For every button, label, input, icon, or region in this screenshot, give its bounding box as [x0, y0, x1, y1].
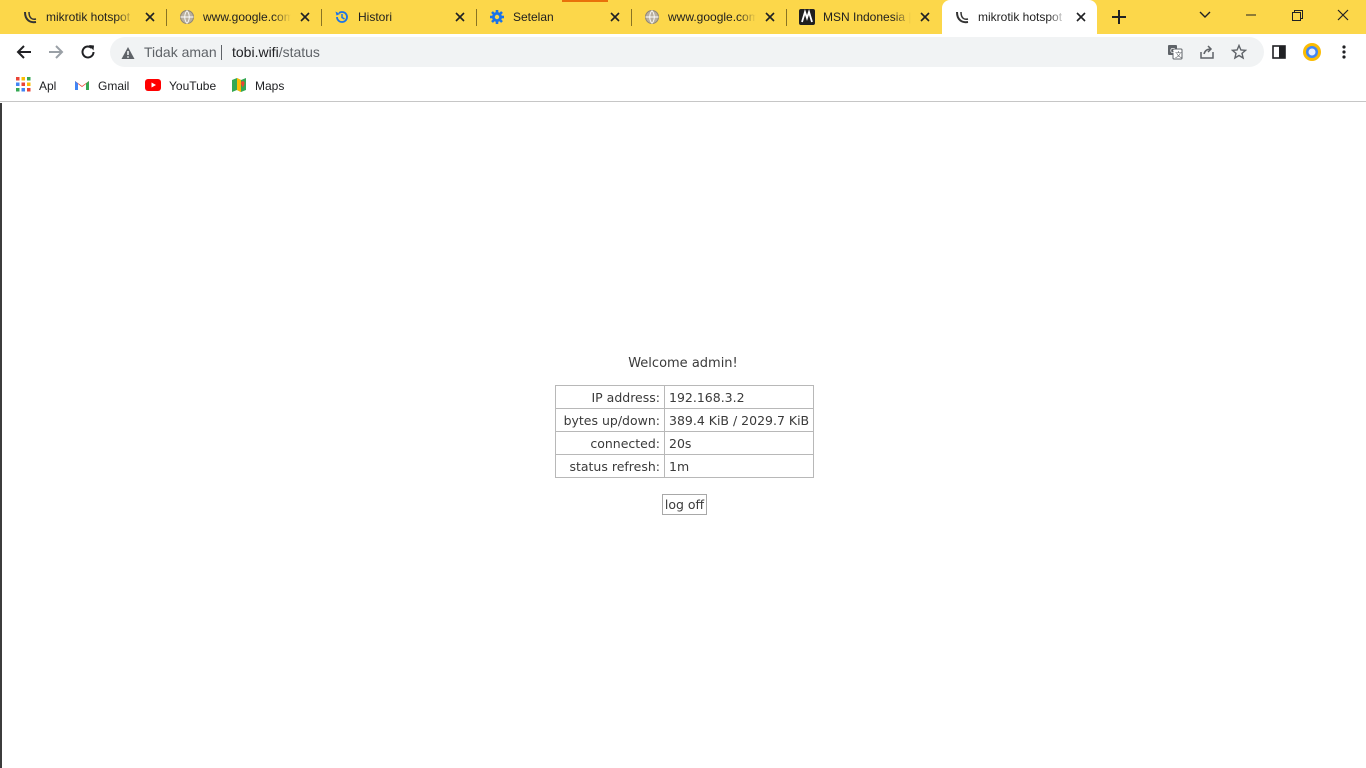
status-value: 389.4 KiB / 2029.7 KiB: [663, 408, 815, 432]
security-label[interactable]: Tidak aman: [144, 44, 217, 60]
kebab-menu-icon[interactable]: [1334, 42, 1354, 62]
tab-setelan[interactable]: Setelan: [476, 0, 631, 34]
url-path: /status: [278, 44, 320, 60]
welcome-message: Welcome admin!: [628, 356, 738, 371]
tab-strip: mikrotik hotspot > status www.google.com…: [0, 0, 1366, 34]
svg-text:文: 文: [1175, 50, 1182, 59]
status-value: 192.168.3.2: [663, 385, 815, 409]
table-row: connected: 20s: [555, 431, 815, 455]
status-label: bytes up/down:: [555, 408, 665, 432]
globe-icon: [179, 9, 195, 25]
tab-title: MSN Indonesia | Berita: [823, 10, 911, 24]
close-tab-icon[interactable]: [142, 9, 158, 25]
tab-histori[interactable]: Histori: [321, 0, 476, 34]
tab-search-button[interactable]: [1182, 0, 1228, 30]
bookmark-label: Apl: [39, 79, 57, 93]
status-label: IP address:: [555, 385, 665, 409]
close-tab-icon[interactable]: [297, 9, 313, 25]
table-row: bytes up/down: 389.4 KiB / 2029.7 KiB: [555, 408, 815, 432]
profile-avatar[interactable]: [1302, 42, 1322, 62]
minimize-icon: [1246, 14, 1256, 16]
tab-title: www.google.com: [668, 10, 756, 24]
close-tab-icon[interactable]: [1073, 9, 1089, 25]
arrow-left-icon: [16, 45, 31, 59]
close-icon: [1337, 9, 1349, 21]
bookmark-label: Gmail: [98, 79, 130, 93]
msn-icon: [799, 9, 815, 25]
omnibox-divider: [221, 45, 222, 60]
tab-title: Histori: [358, 10, 393, 24]
mikrotik-icon: [954, 9, 970, 25]
status-value: 20s: [663, 431, 815, 455]
status-value: 1m: [663, 454, 815, 478]
address-bar[interactable]: Tidak aman tobi.wifi/status G文: [110, 37, 1264, 67]
reload-button[interactable]: [74, 38, 102, 66]
tab-mikrotik-status-active[interactable]: mikrotik hotspot > status: [942, 0, 1097, 34]
history-icon: [334, 9, 350, 25]
restore-icon: [1291, 9, 1303, 21]
status-label: connected:: [555, 431, 665, 455]
bookmark-apl[interactable]: Apl: [16, 75, 56, 97]
tab-title: mikrotik hotspot > status: [978, 10, 1066, 24]
close-tab-icon[interactable]: [452, 9, 468, 25]
plus-icon: [1112, 10, 1126, 24]
restore-button[interactable]: [1274, 0, 1320, 30]
translate-icon[interactable]: G文: [1166, 43, 1184, 61]
bookmark-maps[interactable]: Maps: [231, 75, 284, 97]
tab-loading-indicator: [562, 0, 608, 2]
tab-title: mikrotik hotspot > status: [46, 10, 134, 24]
url-text[interactable]: tobi.wifi/status: [232, 44, 320, 60]
status-label: status refresh:: [555, 454, 665, 478]
globe-icon: [644, 9, 660, 25]
tab-title: Setelan: [513, 10, 554, 24]
close-tab-icon[interactable]: [917, 9, 933, 25]
tab-google-1[interactable]: www.google.com: [166, 0, 321, 34]
bookmark-label: YouTube: [169, 79, 217, 93]
page-content: Welcome admin! IP address: 192.168.3.2 b…: [0, 103, 1366, 768]
window-left-edge: [0, 103, 2, 768]
tab-msn[interactable]: MSN Indonesia | Berita: [786, 0, 941, 34]
apps-grid-icon: [16, 77, 31, 95]
back-button[interactable]: [10, 38, 38, 66]
url-host: tobi.wifi: [232, 44, 279, 60]
tab-mikrotik-status[interactable]: mikrotik hotspot > status: [0, 0, 166, 34]
arrow-right-icon: [49, 45, 64, 59]
bookmark-star-icon[interactable]: [1230, 43, 1248, 61]
log-off-button[interactable]: log off: [662, 494, 707, 515]
table-row: status refresh: 1m: [555, 454, 815, 478]
close-tab-icon[interactable]: [607, 9, 623, 25]
minimize-button[interactable]: [1228, 0, 1274, 30]
side-panel-icon[interactable]: [1269, 42, 1289, 62]
bookmarks-bar: Apl Gmail YouTube Maps: [0, 70, 1366, 102]
status-table: IP address: 192.168.3.2 bytes up/down: 3…: [555, 385, 815, 478]
share-icon[interactable]: [1198, 43, 1216, 61]
tab-title: www.google.com: [203, 10, 291, 24]
table-row: IP address: 192.168.3.2: [555, 385, 815, 409]
maps-icon: [231, 77, 247, 96]
close-tab-icon[interactable]: [762, 9, 778, 25]
chevron-down-icon: [1199, 11, 1211, 18]
bookmark-gmail[interactable]: Gmail: [74, 75, 129, 97]
close-window-button[interactable]: [1320, 0, 1366, 30]
gmail-icon: [74, 79, 90, 94]
settings-gear-icon: [489, 9, 505, 25]
mikrotik-icon: [22, 9, 38, 25]
tab-google-2[interactable]: www.google.com: [631, 0, 786, 34]
warning-icon[interactable]: [121, 45, 135, 59]
bookmark-youtube[interactable]: YouTube: [145, 75, 216, 97]
forward-button[interactable]: [42, 38, 70, 66]
youtube-icon: [145, 78, 161, 94]
new-tab-button[interactable]: [1107, 5, 1131, 29]
reload-icon: [81, 45, 95, 59]
bookmark-label: Maps: [255, 79, 285, 93]
browser-toolbar: Tidak aman tobi.wifi/status G文: [0, 34, 1366, 70]
